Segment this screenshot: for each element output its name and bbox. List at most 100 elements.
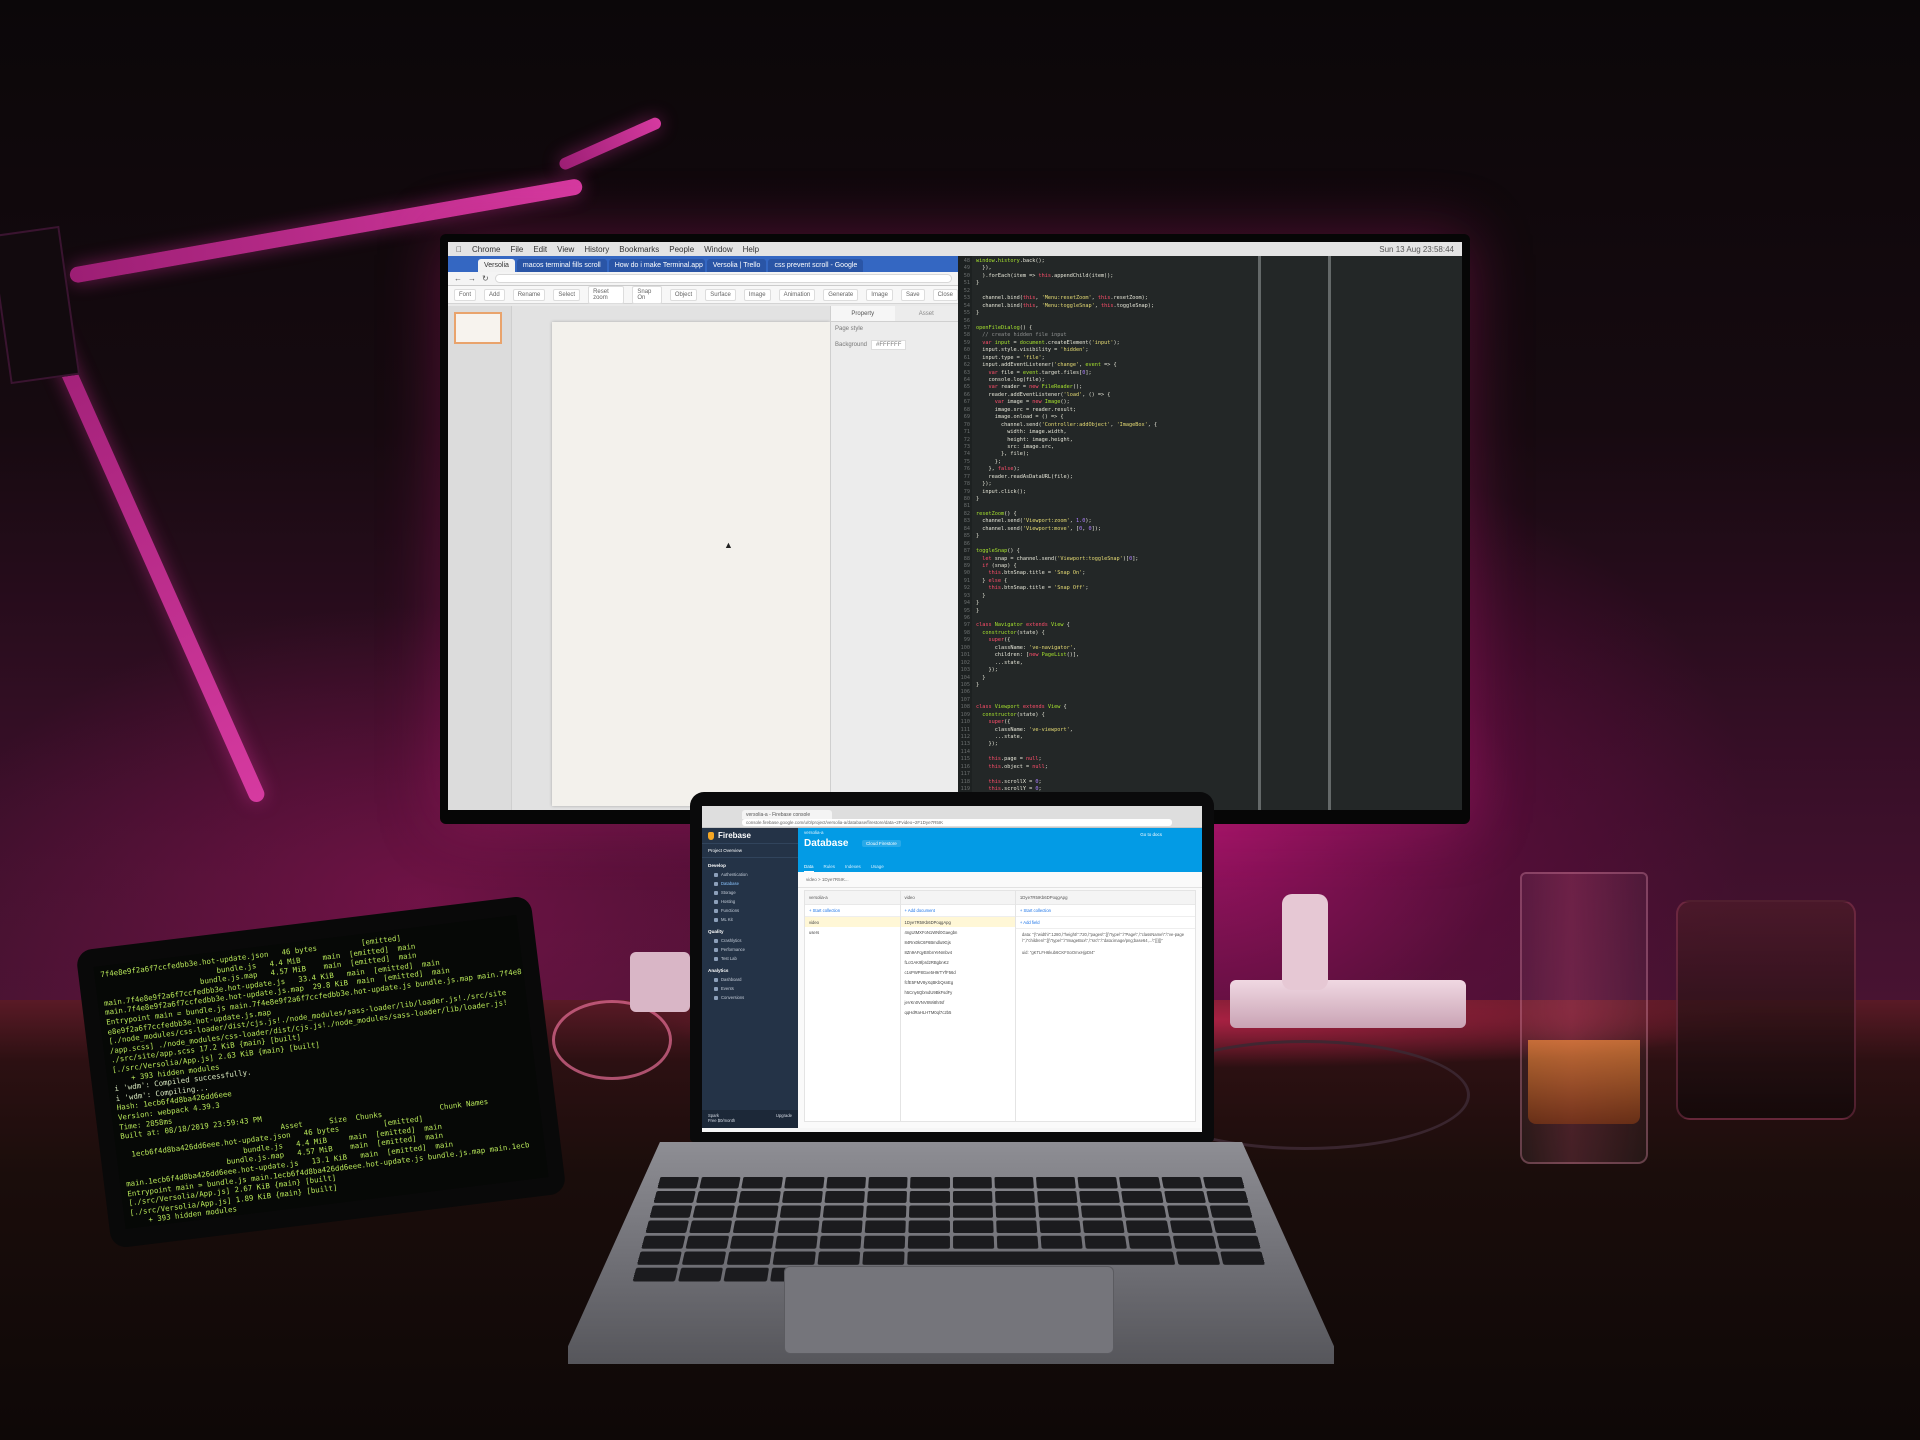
- keyboard-key[interactable]: [1036, 1177, 1076, 1189]
- keyboard-key[interactable]: [1079, 1191, 1120, 1203]
- blank-page-canvas[interactable]: [552, 322, 830, 806]
- keyboard-key[interactable]: [1078, 1177, 1119, 1189]
- keyboard-key[interactable]: [1040, 1236, 1082, 1249]
- document-item[interactable]: jeVKn0VNV8Wi8hrtsf: [901, 997, 1015, 1007]
- keyboard-key[interactable]: [641, 1236, 685, 1249]
- toolbar-button[interactable]: Image: [744, 289, 771, 301]
- menu-people[interactable]: People: [669, 245, 694, 254]
- tab-rules[interactable]: Rules: [824, 864, 836, 872]
- keyboard-key[interactable]: [865, 1220, 906, 1233]
- sidebar-item[interactable]: Crashlytics: [702, 936, 798, 945]
- firebase-brand[interactable]: Firebase: [702, 828, 798, 844]
- document-item[interactable]: fcfE5FMV8yXqBKbQsnEg: [901, 977, 1015, 987]
- menu-bar-clock[interactable]: Sun 13 Aug 23:58:44: [1379, 245, 1462, 254]
- toolbar-button[interactable]: Reset zoom: [588, 286, 624, 304]
- laptop-url-bar[interactable]: console.firebase.google.com/u/0/project/…: [742, 819, 1172, 826]
- keyboard-key[interactable]: [1124, 1206, 1166, 1218]
- go-to-docs-link[interactable]: Go to docs: [1140, 832, 1162, 837]
- document-item[interactable]: 84Rrx0kC6F6Bmdlu9Gjs: [901, 937, 1015, 947]
- keyboard-key[interactable]: [777, 1220, 819, 1233]
- document-item[interactable]: h5Cny6QbmdU9BkFsdFy: [901, 987, 1015, 997]
- keyboard-key[interactable]: [996, 1236, 1038, 1249]
- sidebar-item[interactable]: Hosting: [702, 897, 798, 906]
- editor-split-divider[interactable]: [1258, 256, 1261, 810]
- menu-help[interactable]: Help: [743, 245, 759, 254]
- keyboard-key[interactable]: [689, 1220, 732, 1233]
- keyboard-key[interactable]: [742, 1177, 783, 1189]
- keyboard-key[interactable]: [996, 1220, 1037, 1233]
- menu-window[interactable]: Window: [704, 245, 732, 254]
- keyboard-key[interactable]: [819, 1236, 861, 1249]
- menu-file[interactable]: File: [510, 245, 523, 254]
- keyboard-key[interactable]: [953, 1220, 994, 1233]
- toolbar-button[interactable]: Font: [454, 289, 476, 301]
- tab-data[interactable]: Data: [804, 864, 814, 872]
- keyboard-key[interactable]: [696, 1191, 738, 1203]
- laptop-browser-tab[interactable]: versolia-a - Firebase console: [742, 810, 832, 819]
- sidebar-item[interactable]: Storage: [702, 888, 798, 897]
- keyboard-key[interactable]: [1203, 1177, 1245, 1189]
- tab-property[interactable]: Property: [831, 306, 895, 321]
- keyboard-key[interactable]: [817, 1252, 860, 1265]
- code-editor[interactable]: 48 window.history.back(); 49 }), 50 ).forEa…: [958, 256, 1462, 810]
- upgrade-button[interactable]: Upgrade: [776, 1113, 792, 1125]
- keyboard-key[interactable]: [907, 1252, 1174, 1265]
- page-thumbnail[interactable]: [454, 312, 502, 344]
- add-document-button[interactable]: + Add document: [901, 905, 1015, 917]
- keyboard-key[interactable]: [994, 1177, 1034, 1189]
- keyboard-key[interactable]: [1038, 1206, 1079, 1218]
- menu-bookmarks[interactable]: Bookmarks: [619, 245, 659, 254]
- document-item[interactable]: 8Zn9AFqyBXbnYeNmbv4: [901, 947, 1015, 957]
- keyboard-key[interactable]: [736, 1206, 778, 1218]
- keyboard-key[interactable]: [1128, 1236, 1171, 1249]
- sidebar-item[interactable]: Dashboard: [702, 975, 798, 984]
- keyboard-key[interactable]: [657, 1177, 699, 1189]
- tab-usage[interactable]: Usage: [871, 864, 884, 872]
- keyboard-key[interactable]: [1167, 1206, 1210, 1218]
- toolbar-button[interactable]: Close: [933, 289, 958, 301]
- keyboard-key[interactable]: [1161, 1177, 1202, 1189]
- add-field-button[interactable]: + Add field: [1016, 917, 1195, 929]
- sidebar-item[interactable]: Test Lab: [702, 954, 798, 963]
- editor-split-divider[interactable]: [1328, 256, 1331, 810]
- browser-tab[interactable]: macos terminal fills scroll: [517, 259, 607, 272]
- toolbar-button[interactable]: Snap On: [632, 286, 661, 304]
- sidebar-item[interactable]: Conversions: [702, 993, 798, 1002]
- keyboard-key[interactable]: [867, 1191, 907, 1203]
- keyboard-key[interactable]: [1126, 1220, 1169, 1233]
- project-overview-link[interactable]: Project Overview: [702, 844, 798, 858]
- toolbar-button[interactable]: Image: [866, 289, 893, 301]
- sidebar-item[interactable]: Database: [702, 879, 798, 888]
- keyboard-key[interactable]: [650, 1206, 693, 1218]
- keyboard-key[interactable]: [645, 1220, 689, 1233]
- keyboard-key[interactable]: [1175, 1252, 1220, 1265]
- keyboard-key[interactable]: [866, 1206, 907, 1218]
- keyboard-key[interactable]: [686, 1236, 730, 1249]
- keyboard-key[interactable]: [1220, 1252, 1265, 1265]
- keyboard-key[interactable]: [909, 1206, 949, 1218]
- sidebar-item[interactable]: ML Kit: [702, 915, 798, 924]
- keyboard-key[interactable]: [775, 1236, 818, 1249]
- keyboard-key[interactable]: [953, 1236, 994, 1249]
- reload-icon[interactable]: ↻: [482, 274, 489, 283]
- document-item[interactable]: qqHdRaHLHTM0ql7c2b5: [901, 1007, 1015, 1017]
- keyboard-key[interactable]: [1216, 1236, 1260, 1249]
- keyboard-key[interactable]: [910, 1177, 949, 1189]
- keyboard-key[interactable]: [1169, 1220, 1212, 1233]
- keyboard-key[interactable]: [678, 1268, 723, 1282]
- laptop-trackpad[interactable]: [784, 1266, 1114, 1354]
- browser-tab[interactable]: Versolia | Trello: [707, 259, 767, 272]
- project-breadcrumb[interactable]: versolia-a: [804, 830, 824, 835]
- browser-tab[interactable]: css prevent scroll - Google: [768, 259, 863, 272]
- keyboard-key[interactable]: [1039, 1220, 1081, 1233]
- toolbar-button[interactable]: Rename: [513, 289, 546, 301]
- document-item[interactable]: 1Dye7R5IKb6DPoqgApg: [901, 917, 1015, 927]
- url-input[interactable]: [495, 274, 952, 283]
- keyboard-key[interactable]: [952, 1177, 991, 1189]
- keyboard-key[interactable]: [864, 1236, 906, 1249]
- keyboard-key[interactable]: [733, 1220, 776, 1233]
- keyboard-key[interactable]: [682, 1252, 727, 1265]
- document-item[interactable]: c1sPWP8Gxe5H9rTYfF56d: [901, 967, 1015, 977]
- menu-edit[interactable]: Edit: [533, 245, 547, 254]
- keyboard-key[interactable]: [727, 1252, 771, 1265]
